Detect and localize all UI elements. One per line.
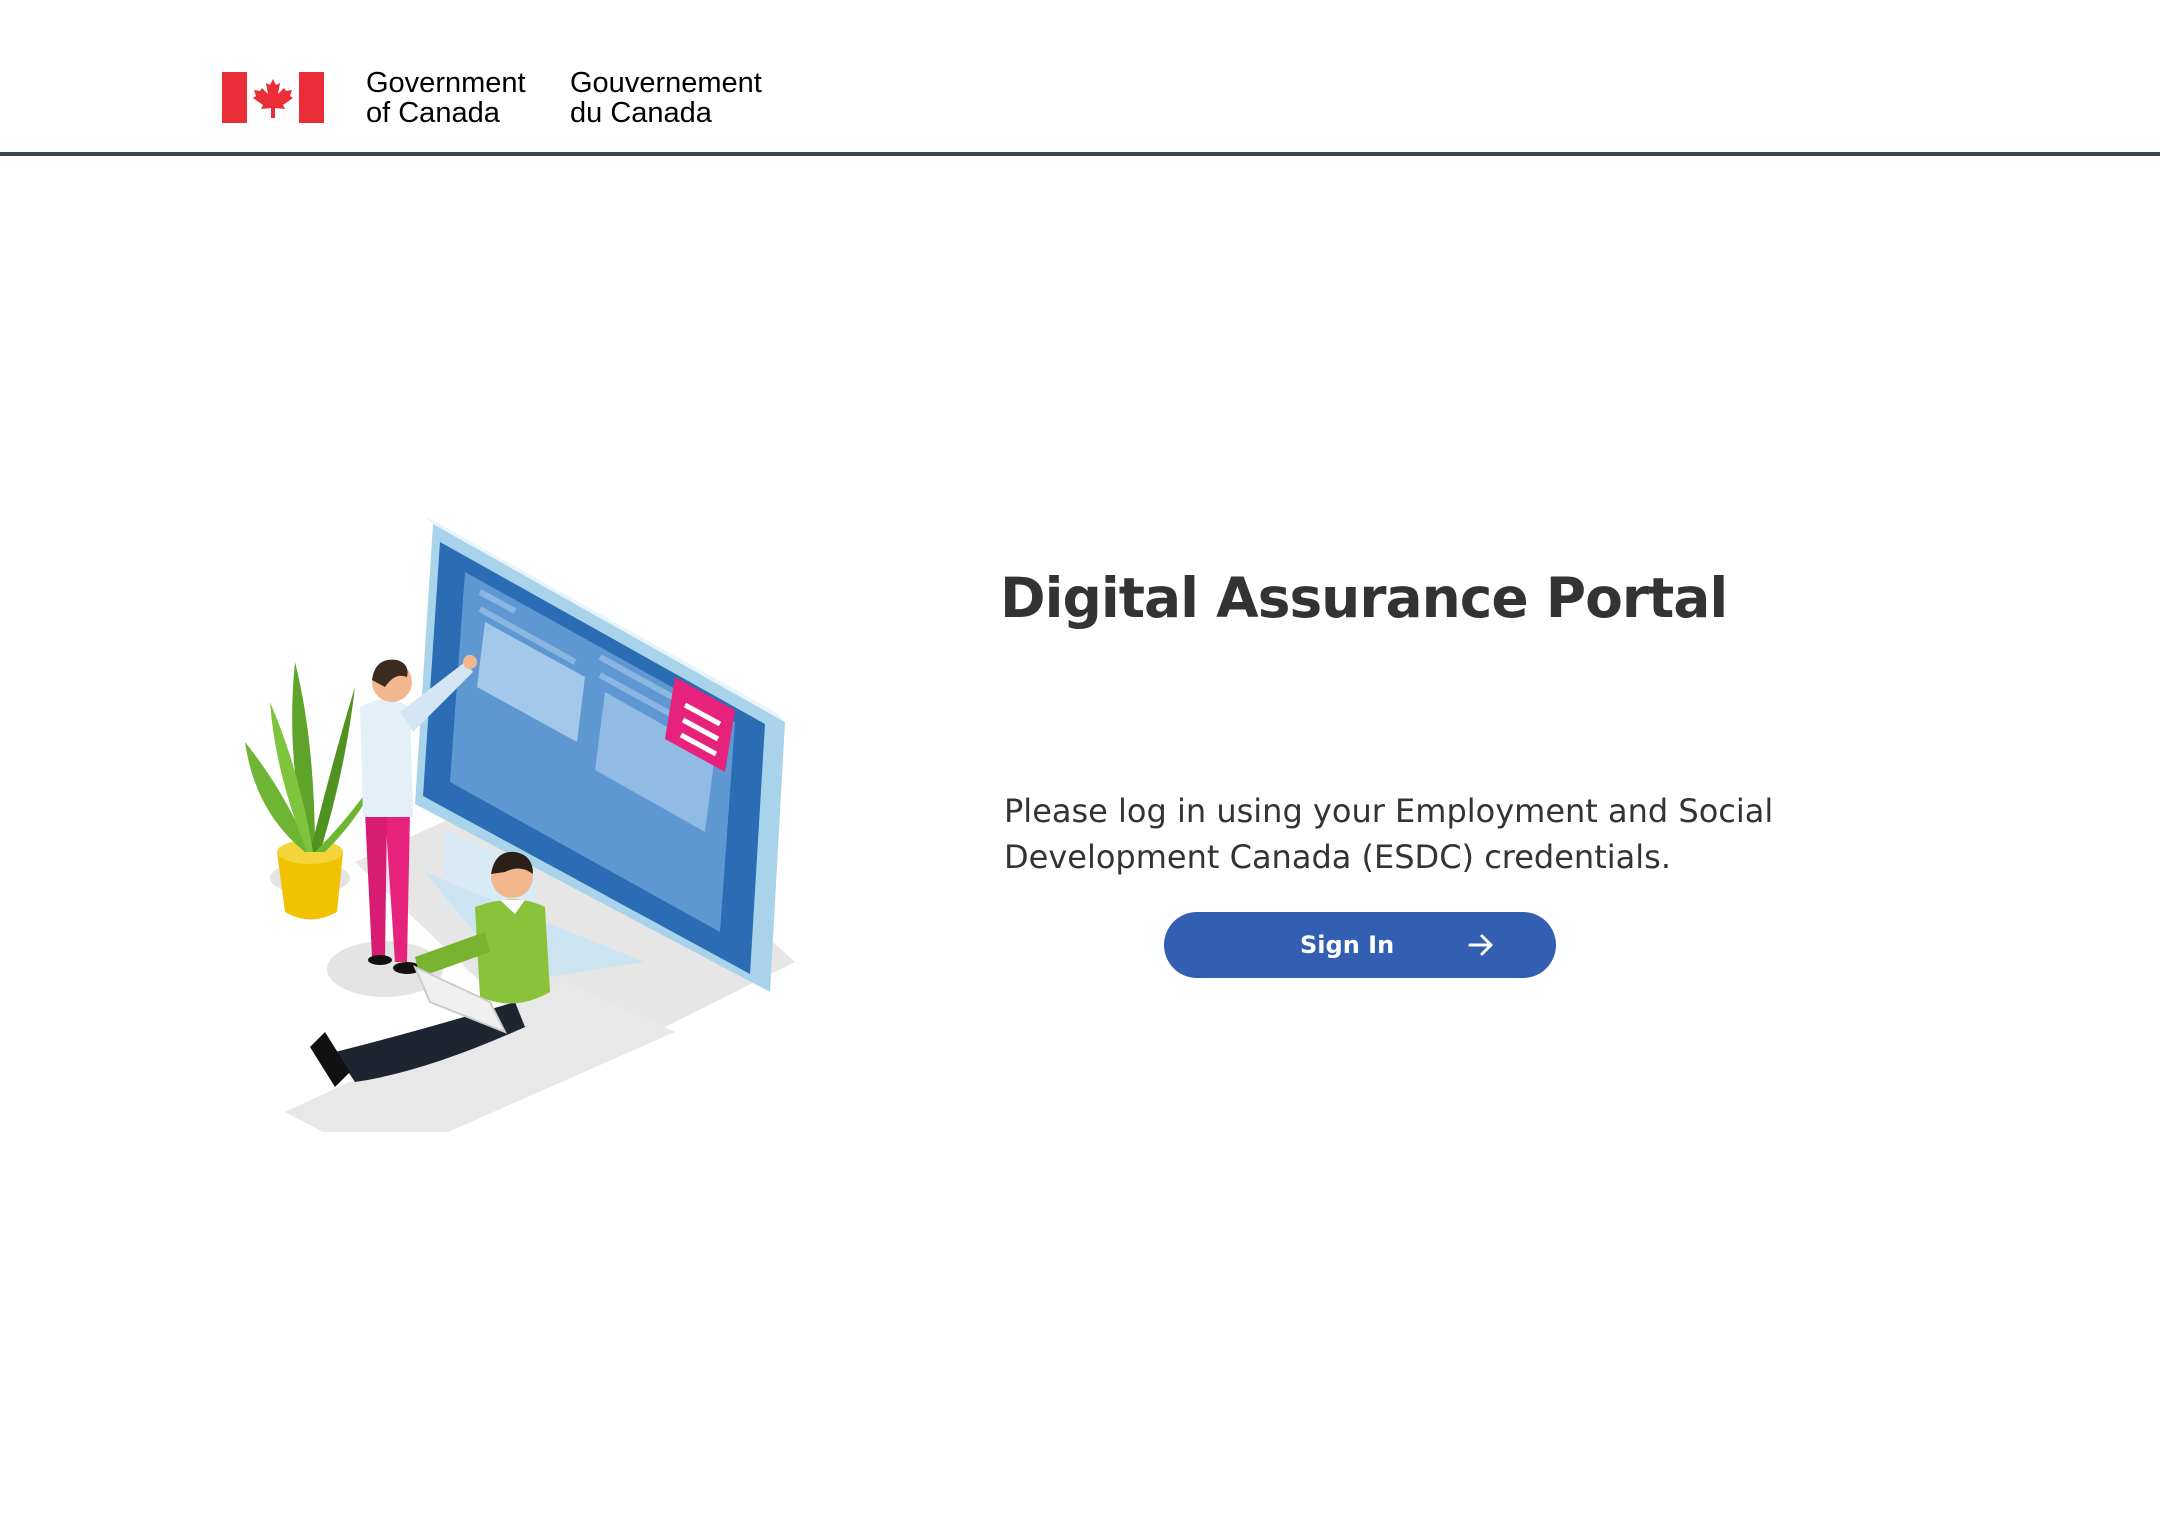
arrow-right-icon bbox=[1468, 934, 1493, 956]
person-standing-hand bbox=[463, 655, 477, 669]
wordmark-french[interactable]: Gouvernement du Canada bbox=[570, 68, 762, 128]
sign-in-button[interactable]: Sign In bbox=[1164, 912, 1556, 978]
person-standing-leg-2 bbox=[365, 812, 387, 957]
plant-leaf-2 bbox=[310, 687, 355, 852]
wordmark-en-line2: of Canada bbox=[366, 97, 500, 129]
login-instructions: Please log in using your Employment and … bbox=[1004, 792, 1774, 876]
page-title: Digital Assurance Portal bbox=[1000, 566, 1728, 630]
wordmark-english[interactable]: Government of Canada bbox=[366, 68, 526, 128]
wordmark-en-line1: Government bbox=[366, 67, 526, 99]
wordmark-fr-line2: du Canada bbox=[570, 97, 712, 129]
page: Government of Canada Gouvernement du Can… bbox=[0, 0, 2160, 1536]
sign-in-label: Sign In bbox=[1300, 931, 1395, 959]
person-shoe bbox=[368, 955, 392, 965]
hero-illustration bbox=[245, 516, 795, 1132]
wordmark-fr-line1: Gouvernement bbox=[570, 67, 762, 99]
government-header: Government of Canada Gouvernement du Can… bbox=[0, 0, 2160, 156]
canada-flag-icon[interactable] bbox=[222, 72, 324, 123]
